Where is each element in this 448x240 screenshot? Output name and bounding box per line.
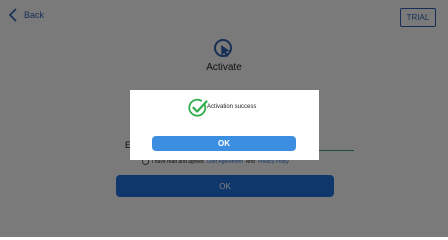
success-dialog: Activation success OK xyxy=(130,90,319,160)
success-message: Activation success xyxy=(207,104,257,110)
check-circle-icon xyxy=(188,98,208,117)
activation-screen: Back TRIAL Activate E I have read and ag… xyxy=(0,0,448,237)
dialog-ok-button[interactable]: OK xyxy=(152,136,296,151)
